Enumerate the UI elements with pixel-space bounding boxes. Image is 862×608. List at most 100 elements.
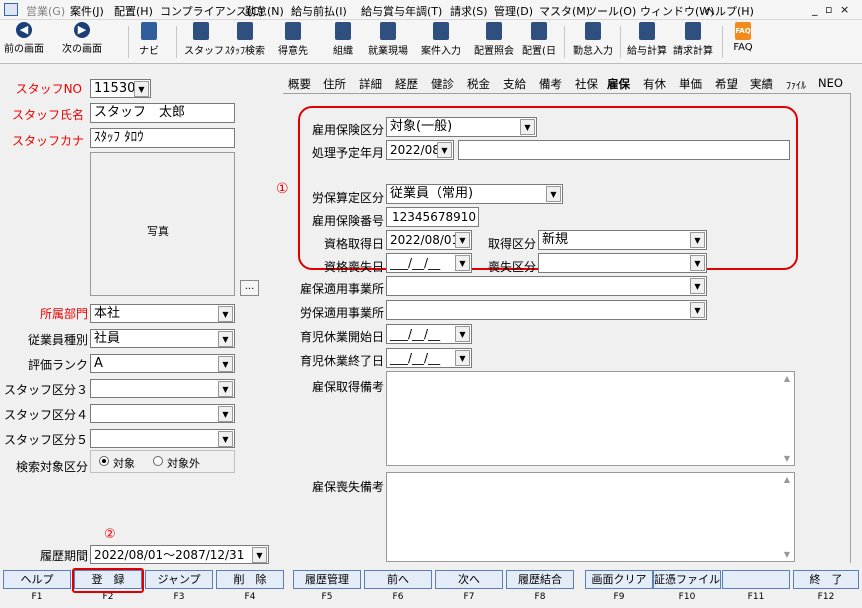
exit-button[interactable]: 終 了 <box>793 570 859 589</box>
menu-projects[interactable]: 案件(J) <box>70 3 104 19</box>
employee-type-select[interactable]: 社員 ▼ <box>90 329 235 348</box>
tab-results[interactable]: 実績 <box>750 76 773 92</box>
staff-category3-select[interactable]: ▼ <box>90 379 235 398</box>
menu-bar: 営業(G) 案件(J) 配置(H) コンプライアンス(C) 勤怠(N) 給与前払… <box>0 0 862 20</box>
worksite-icon <box>380 22 396 40</box>
loss-memo-textarea[interactable]: ▲ ▼ <box>386 472 795 562</box>
clear-screen-button[interactable]: 画面クリア <box>585 570 653 589</box>
menu-sales[interactable]: 営業(G) <box>26 3 65 19</box>
attendance-entry-button[interactable]: 勤怠入力 <box>570 22 616 57</box>
menu-advance-pay[interactable]: 給与前払(I) <box>291 3 347 19</box>
staff-kana-field[interactable]: ｽﾀｯﾌ ﾀﾛｳ <box>90 128 235 148</box>
loss-class-select[interactable]: ▼ <box>538 253 707 273</box>
chevron-down-icon: ▼ <box>218 306 233 322</box>
search-target-label: 検索対象区分 <box>15 460 88 474</box>
tab-files[interactable]: ﾌｧｲﾙ <box>786 77 806 92</box>
loss-memo-label: 雇保喪失備考 <box>311 480 384 494</box>
app-icon <box>4 3 18 16</box>
radio-non-target-label: 対象外 <box>167 457 200 470</box>
billing-calc-button[interactable]: 請求計算 <box>670 22 716 57</box>
chevron-down-icon: ▼ <box>134 81 149 97</box>
menu-assignment[interactable]: 配置(H) <box>114 3 153 19</box>
menu-tools[interactable]: ツール(O) <box>586 3 636 19</box>
ins-no-field[interactable]: 12345678910 <box>386 207 479 227</box>
help-button[interactable]: ヘルプ <box>3 570 71 589</box>
customer-button[interactable]: 得意先 <box>275 22 311 57</box>
jump-button[interactable]: ジャンプ <box>145 570 213 589</box>
staff-category5-select[interactable]: ▼ <box>90 429 235 448</box>
ins-office-select[interactable]: ▼ <box>386 276 707 296</box>
photo-browse-button[interactable]: ... <box>240 280 259 296</box>
ins-class-select[interactable]: 対象(一般) ▼ <box>386 117 537 137</box>
tab-notes[interactable]: 備考 <box>539 76 562 92</box>
window-controls[interactable]: _ ▫ × <box>812 3 851 16</box>
scroll-up-icon: ▲ <box>783 374 790 383</box>
f3-key-label: F3 <box>173 592 185 602</box>
photo-frame: 写真 <box>90 152 235 296</box>
menu-admin[interactable]: 管理(D) <box>494 3 533 19</box>
acq-class-select[interactable]: 新規 ▼ <box>538 230 707 250</box>
leave-start-select[interactable]: ___/__/__ ▼ <box>386 324 472 344</box>
staff-search-button[interactable]: ｽﾀｯﾌ検索 <box>222 22 268 57</box>
menu-help[interactable]: ヘルプ(H) <box>704 3 754 19</box>
proc-month-select[interactable]: 2022/08 ▼ <box>386 140 454 160</box>
tab-neo[interactable]: NEO <box>818 76 843 90</box>
people-icon <box>486 22 502 40</box>
leave-end-select[interactable]: ___/__/__ ▼ <box>386 348 472 368</box>
staff-no-select[interactable]: 115305 ▼ <box>90 79 151 98</box>
tab-health[interactable]: 健診 <box>431 76 454 92</box>
assignment-daily-button[interactable]: 配置(日 <box>518 22 560 57</box>
acq-date-select[interactable]: 2022/08/01 ▼ <box>386 230 472 250</box>
tab-preferences[interactable]: 希望 <box>715 76 738 92</box>
menu-master[interactable]: マスタ(M) <box>539 3 590 19</box>
tab-employment-insurance[interactable]: 雇保 <box>607 76 630 92</box>
rank-select[interactable]: A ▼ <box>90 354 235 373</box>
menu-attendance[interactable]: 勤怠(N) <box>245 3 284 19</box>
worksite-button[interactable]: 就業現場 <box>365 22 411 57</box>
menu-payroll[interactable]: 給与賞与年調(T) <box>361 3 442 19</box>
ins-office-label: 雇保適用事業所 <box>299 282 384 296</box>
faq-button[interactable]: FAQ FAQ <box>728 22 758 53</box>
project-entry-button[interactable]: 案件入力 <box>418 22 464 57</box>
tab-paid-leave[interactable]: 有休 <box>643 76 666 92</box>
staff-button[interactable]: スタッフ <box>184 22 224 57</box>
history-merge-button[interactable]: 履歴結合 <box>506 570 574 589</box>
tab-tax[interactable]: 税金 <box>467 76 490 92</box>
photo-label: 写真 <box>147 225 169 238</box>
tab-overview[interactable]: 概要 <box>288 76 311 92</box>
f11-button[interactable] <box>722 570 790 589</box>
department-select[interactable]: 本社 ▼ <box>90 304 235 323</box>
tab-unit-price[interactable]: 単価 <box>679 76 702 92</box>
labor-office-select[interactable]: ▼ <box>386 300 707 320</box>
tab-details[interactable]: 詳細 <box>359 76 382 92</box>
history-manage-button[interactable]: 履歴管理 <box>293 570 361 589</box>
previous-button[interactable]: 前へ <box>364 570 432 589</box>
next-button[interactable]: 次へ <box>435 570 503 589</box>
back-button[interactable]: ◀ 前の画面 <box>4 22 44 55</box>
payroll-calc-button[interactable]: 給与計算 <box>624 22 670 57</box>
assignment-inquiry-button[interactable]: 配置照会 <box>471 22 517 57</box>
navi-button[interactable]: ナビ <box>134 22 164 57</box>
chevron-down-icon: ▼ <box>218 331 233 347</box>
acq-memo-textarea[interactable]: ▲ ▼ <box>386 371 795 466</box>
tab-payment[interactable]: 支給 <box>503 76 526 92</box>
loss-date-select[interactable]: ___/__/__ ▼ <box>386 253 472 273</box>
tab-career[interactable]: 経歴 <box>395 76 418 92</box>
radio-target[interactable] <box>99 456 109 466</box>
staff-icon <box>193 22 209 40</box>
history-period-select[interactable]: 2022/08/01～2087/12/31 ▼ <box>90 545 269 564</box>
tab-address[interactable]: 住所 <box>323 76 346 92</box>
organization-button[interactable]: 組織 <box>328 22 358 57</box>
radio-non-target[interactable] <box>153 456 163 466</box>
delete-button[interactable]: 削 除 <box>216 570 284 589</box>
staff-name-field[interactable]: スタッフ 太郎 <box>90 103 235 123</box>
proc-month-note-field[interactable] <box>458 140 790 160</box>
evidence-file-button[interactable]: 証憑ファイル <box>653 570 721 589</box>
staff-category4-select[interactable]: ▼ <box>90 404 235 423</box>
menu-billing[interactable]: 請求(S) <box>450 3 488 19</box>
labor-class-select[interactable]: 従業員（常用) ▼ <box>386 184 563 204</box>
tab-social-insurance[interactable]: 社保 <box>575 76 598 92</box>
f8-key-label: F8 <box>534 592 546 602</box>
loss-date-label: 資格喪失日 <box>323 260 384 274</box>
forward-button[interactable]: ▶ 次の画面 <box>58 22 106 55</box>
